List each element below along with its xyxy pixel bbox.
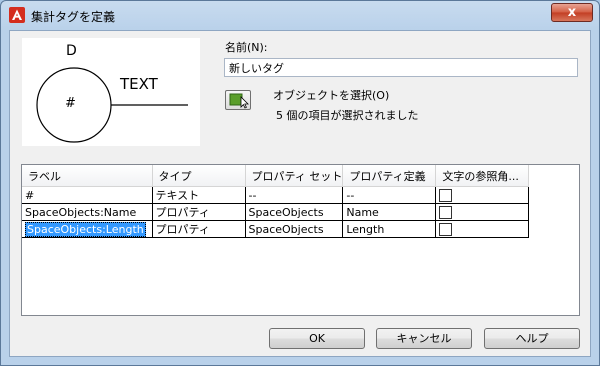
close-button[interactable]: x <box>551 3 593 22</box>
tag-preview-drawing: D # TEXT <box>36 43 188 143</box>
preview-right-label: TEXT <box>119 75 159 93</box>
cell-property-definition[interactable]: Length <box>342 220 437 238</box>
help-button[interactable]: ヘルプ <box>484 328 580 349</box>
tag-definition-grid[interactable]: ラベル タイプ プロパティ セット プロパティ定義 文字の参照角... # テキ… <box>21 164 580 316</box>
table-row[interactable]: SpaceObjects:Name プロパティ SpaceObjects Nam… <box>22 203 530 221</box>
cell-reference-angle <box>435 220 530 238</box>
tag-preview: D # TEXT <box>22 38 200 146</box>
cell-type[interactable]: プロパティ <box>152 220 246 238</box>
cell-reference-angle <box>435 203 530 221</box>
column-header-text-reference-angle[interactable]: 文字の参照角... <box>435 165 530 187</box>
dialog-body: D # TEXT 名前(N): オブジェクトを選択(O) 5 個の項目が選択され… <box>9 30 591 357</box>
cancel-button[interactable]: キャンセル <box>376 328 472 349</box>
cell-property-definition[interactable]: -- <box>342 186 437 204</box>
select-objects-icon <box>229 93 249 109</box>
table-row[interactable]: # テキスト -- -- <box>22 186 530 204</box>
autocad-app-icon <box>9 7 25 23</box>
name-label: 名前(N): <box>225 41 268 54</box>
title-bar[interactable]: 集計タグを定義 x <box>1 1 599 29</box>
tag-table: ラベル タイプ プロパティ セット プロパティ定義 文字の参照角... # テキ… <box>22 165 530 238</box>
cell-label[interactable]: SpaceObjects:Name <box>22 203 153 221</box>
column-header-type[interactable]: タイプ <box>152 165 246 187</box>
cell-property-definition[interactable]: Name <box>342 203 437 221</box>
close-icon: x <box>567 5 577 20</box>
preview-top-label: D <box>66 43 77 59</box>
column-header-property-set[interactable]: プロパティ セット <box>245 165 344 187</box>
preview-center-label: # <box>65 96 76 111</box>
table-header-row: ラベル タイプ プロパティ セット プロパティ定義 文字の参照角... <box>22 165 530 187</box>
select-objects-label: オブジェクトを選択(O) <box>273 89 390 102</box>
window-title: 集計タグを定義 <box>31 10 116 24</box>
cell-label[interactable]: SpaceObjects:Length <box>22 220 153 238</box>
cell-property-set[interactable]: SpaceObjects <box>245 220 344 238</box>
cell-type[interactable]: プロパティ <box>152 203 246 221</box>
cell-label[interactable]: # <box>22 186 153 204</box>
selected-count-text: 5 個の項目が選択されました <box>276 109 419 122</box>
select-objects-button[interactable] <box>225 90 251 110</box>
cell-property-set[interactable]: SpaceObjects <box>245 203 344 221</box>
cell-property-set[interactable]: -- <box>245 186 344 204</box>
dialog-window: 集計タグを定義 x D # TEXT 名前(N): オブジェクトを選択(O) 5… <box>0 0 600 366</box>
reference-angle-checkbox[interactable] <box>439 188 453 202</box>
column-header-property-definition[interactable]: プロパティ定義 <box>342 165 437 187</box>
reference-angle-checkbox[interactable] <box>439 205 453 219</box>
name-input[interactable] <box>224 58 578 77</box>
column-header-label[interactable]: ラベル <box>22 165 153 187</box>
cell-type[interactable]: テキスト <box>152 186 246 204</box>
table-row-selected[interactable]: SpaceObjects:Length プロパティ SpaceObjects L… <box>22 220 530 238</box>
ok-button[interactable]: OK <box>269 328 365 349</box>
cell-reference-angle <box>435 186 530 204</box>
selected-label-editor[interactable]: SpaceObjects:Length <box>25 221 146 237</box>
reference-angle-checkbox[interactable] <box>439 222 453 236</box>
